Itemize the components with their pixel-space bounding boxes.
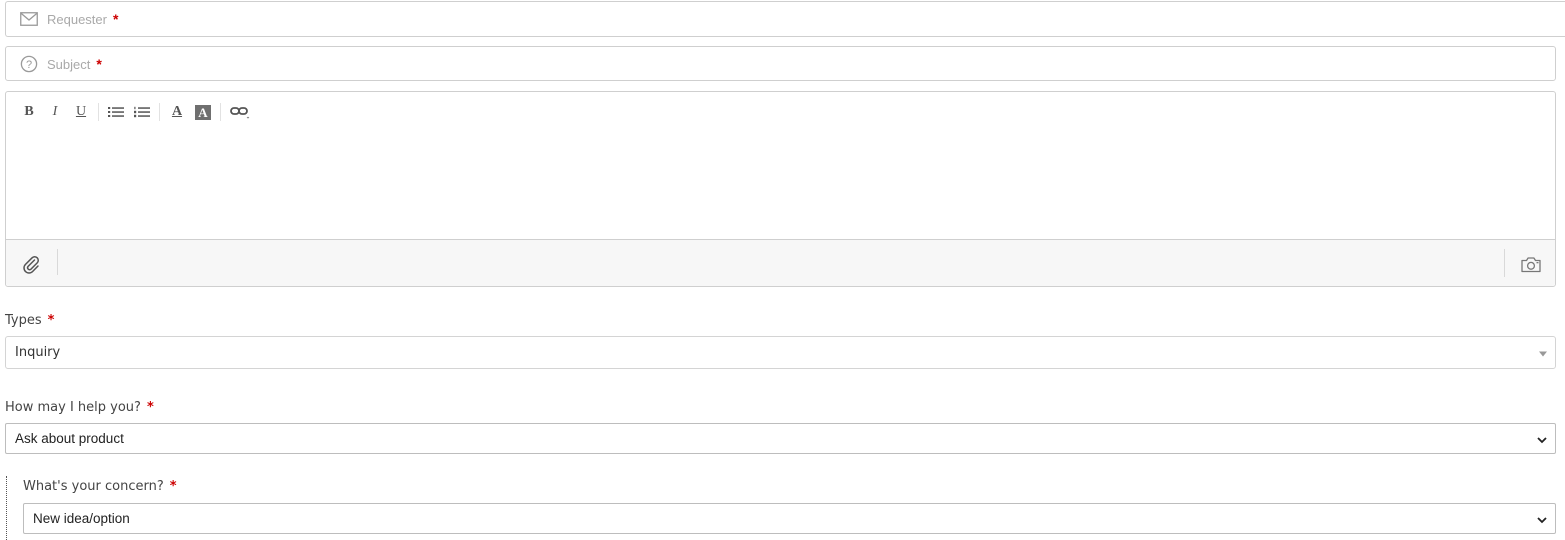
caret-down-icon xyxy=(1539,345,1547,360)
bold-button[interactable]: B xyxy=(16,101,42,123)
subject-placeholder: Subject * xyxy=(47,56,102,72)
screenshot-button[interactable] xyxy=(1519,253,1543,275)
font-color-button[interactable]: A xyxy=(164,101,190,123)
bulleted-list-button[interactable] xyxy=(103,101,129,123)
required-mark: * xyxy=(112,11,119,27)
concern-label: What's your concern? * xyxy=(23,479,177,494)
paperclip-icon xyxy=(23,256,39,274)
toolbar-separator xyxy=(159,103,160,121)
requester-placeholder-text: Requester xyxy=(47,12,107,27)
nested-indicator-line xyxy=(6,476,7,540)
italic-button[interactable]: I xyxy=(42,101,68,123)
chevron-down-icon xyxy=(1537,431,1547,446)
toolbar-separator xyxy=(220,103,221,121)
link-icon xyxy=(230,107,250,119)
insert-link-button[interactable] xyxy=(225,101,255,123)
required-mark: * xyxy=(169,479,177,494)
attach-file-button[interactable] xyxy=(20,253,42,275)
envelope-icon xyxy=(19,9,39,29)
required-mark: * xyxy=(96,55,102,72)
camera-icon xyxy=(1521,256,1541,272)
subject-placeholder-text: Subject xyxy=(47,56,91,72)
editor-text-area[interactable] xyxy=(6,128,1555,241)
underline-button[interactable]: U xyxy=(68,101,94,123)
editor-toolbar: B I U A A xyxy=(16,101,255,123)
help-selected-value: Ask about product xyxy=(15,431,124,446)
background-color-icon: A xyxy=(195,104,211,120)
numbered-list-button[interactable] xyxy=(129,101,155,123)
required-mark: * xyxy=(47,313,55,328)
subject-field[interactable]: ? Subject * xyxy=(5,46,1556,81)
concern-select[interactable]: New idea/option xyxy=(23,503,1556,534)
types-label-text: Types xyxy=(5,313,42,328)
footer-divider xyxy=(57,249,58,275)
description-editor: B I U A A xyxy=(5,91,1556,287)
types-select[interactable]: Inquiry xyxy=(5,336,1556,369)
concern-label-text: What's your concern? xyxy=(23,479,164,494)
ticket-form: Requester * ? Subject * B I U A A Types … xyxy=(0,0,1565,540)
types-label: Types * xyxy=(5,313,54,328)
concern-selected-value: New idea/option xyxy=(33,511,130,526)
chevron-down-icon xyxy=(1537,511,1547,526)
question-circle-icon: ? xyxy=(19,54,39,74)
svg-text:?: ? xyxy=(26,59,32,71)
numbered-list-icon xyxy=(134,106,150,118)
required-mark: * xyxy=(146,400,154,415)
background-color-button[interactable]: A xyxy=(190,101,216,123)
bulleted-list-icon xyxy=(108,107,124,117)
types-selected-value: Inquiry xyxy=(15,345,61,360)
help-select[interactable]: Ask about product xyxy=(5,423,1556,454)
footer-divider xyxy=(1504,249,1505,277)
editor-footer xyxy=(6,239,1555,286)
requester-field[interactable]: Requester * xyxy=(5,1,1565,37)
help-label: How may I help you? * xyxy=(5,400,154,415)
help-label-text: How may I help you? xyxy=(5,400,141,415)
toolbar-separator xyxy=(98,103,99,121)
requester-placeholder: Requester * xyxy=(47,11,118,27)
